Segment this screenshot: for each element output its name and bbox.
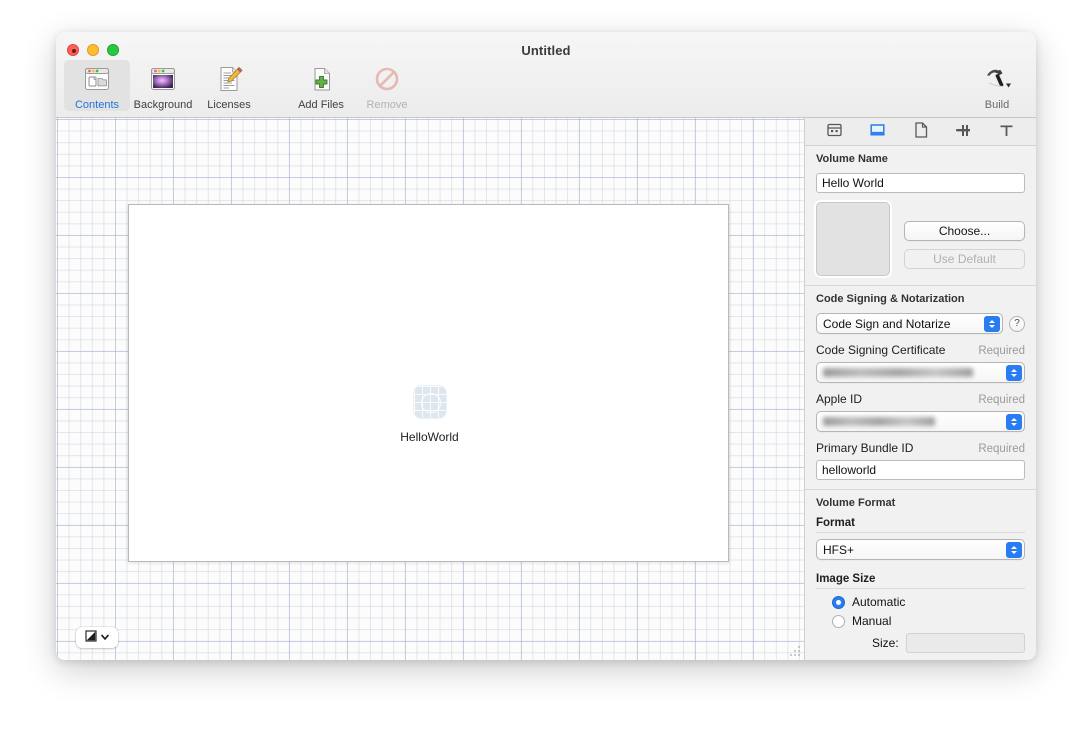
toolbar-item-licenses[interactable]: Licenses — [196, 60, 262, 111]
window-body: HelloWorld Volume Name Hello World Choos… — [56, 118, 1036, 660]
code-signing-help-button[interactable]: ? — [1009, 315, 1025, 332]
inspector-tab-text[interactable] — [993, 121, 1021, 143]
toolbar-item-contents[interactable]: Contents — [64, 60, 130, 111]
disk-volume-icon — [869, 122, 886, 142]
dmg-preview-window[interactable]: HelloWorld — [128, 204, 729, 562]
choose-icon-button[interactable]: Choose... — [904, 221, 1025, 241]
radio-manual-label: Manual — [852, 614, 892, 628]
volume-icon-item[interactable]: HelloWorld — [357, 385, 502, 444]
apple-id-label: Apple ID — [816, 392, 863, 406]
toolbar-item-label: Add Files — [298, 99, 344, 111]
certificate-value-redacted — [823, 368, 973, 377]
toolbar-item-label: Remove — [366, 99, 408, 111]
toolbar-item-add-files[interactable]: Add Files — [288, 60, 354, 111]
volume-name-section: Volume Name Choose... Use Default — [805, 146, 1036, 285]
radio-automatic-label: Automatic — [852, 595, 906, 609]
image-size-divider — [816, 588, 1025, 589]
contents-window-icon — [81, 63, 113, 95]
image-size-section: Image Size Automatic Manual Size: — [805, 569, 1036, 660]
add-files-document-plus-icon — [305, 63, 337, 95]
volume-name-section-title: Volume Name — [816, 153, 888, 165]
inspector-panel: Volume Name Choose... Use Default Code S… — [804, 118, 1036, 660]
app-placeholder-icon — [412, 385, 447, 419]
format-divider — [816, 532, 1025, 533]
toolbar-item-background[interactable]: Background — [130, 60, 196, 111]
window-grid-icon — [827, 123, 842, 140]
certificate-label: Code Signing Certificate — [816, 343, 946, 357]
format-value: HFS+ — [823, 542, 855, 557]
toolbar-item-build[interactable]: Build — [966, 60, 1028, 111]
image-size-option-manual[interactable]: Manual — [832, 614, 1025, 628]
view-style-button[interactable] — [76, 627, 118, 648]
radio-manual-icon — [832, 614, 845, 628]
volume-icon-well[interactable] — [816, 202, 890, 276]
size-input[interactable] — [905, 633, 1025, 653]
dmg-layout-canvas[interactable]: HelloWorld — [56, 118, 804, 660]
format-label: Format — [816, 517, 855, 529]
window-resize-grip[interactable] — [788, 644, 802, 658]
bundle-id-required-badge: Required — [978, 443, 1025, 455]
popup-stepper-icon — [1006, 365, 1022, 381]
apple-id-popup[interactable] — [816, 411, 1025, 432]
code-signing-section-title: Code Signing & Notarization — [816, 293, 965, 305]
app-window: Untitled Contents Background Licenses Ad… — [56, 32, 1036, 660]
view-style-icon — [84, 629, 97, 647]
volume-icon-label: HelloWorld — [400, 430, 459, 444]
inspector-tab-volume[interactable] — [864, 121, 892, 143]
bundle-id-label: Primary Bundle ID — [816, 441, 914, 455]
popup-stepper-icon — [1006, 414, 1022, 430]
radio-automatic-icon — [832, 595, 845, 609]
apple-id-value-redacted — [823, 417, 935, 426]
toolbar-item-label: Background — [133, 99, 193, 111]
window-title: Untitled — [521, 43, 571, 58]
format-popup[interactable]: HFS+ — [816, 539, 1025, 560]
use-default-icon-button[interactable]: Use Default — [904, 249, 1025, 269]
volume-format-section-title: Volume Format — [816, 497, 896, 509]
plug-icon — [955, 123, 973, 141]
text-t-icon — [999, 123, 1014, 141]
chevron-down-icon — [100, 629, 110, 647]
size-label: Size: — [872, 636, 899, 650]
toolbar-item-label: Licenses — [207, 99, 251, 111]
popup-stepper-icon — [984, 316, 1000, 332]
volume-name-input[interactable] — [816, 173, 1025, 193]
bundle-id-input[interactable] — [816, 460, 1025, 480]
inspector-tab-connections[interactable] — [950, 121, 978, 143]
code-signing-mode-popup[interactable]: Code Sign and Notarize — [816, 313, 1003, 334]
code-signing-section: Code Signing & Notarization Code Sign an… — [805, 285, 1036, 489]
certificate-popup[interactable] — [816, 362, 1025, 383]
certificate-required-badge: Required — [978, 345, 1025, 357]
document-icon — [914, 122, 928, 141]
title-bar: Untitled Contents Background Licenses Ad… — [56, 32, 1036, 118]
hammer-icon — [981, 63, 1013, 95]
image-size-option-automatic[interactable]: Automatic — [832, 595, 1025, 609]
image-size-section-title: Image Size — [816, 573, 876, 585]
toolbar-item-remove[interactable]: Remove — [354, 60, 420, 111]
popup-stepper-icon — [1006, 542, 1022, 558]
code-signing-mode-value: Code Sign and Notarize — [823, 316, 951, 331]
toolbar-item-label: Contents — [74, 99, 120, 111]
inspector-tab-window-settings[interactable] — [821, 121, 849, 143]
toolbar: Contents Background Licenses Add Files R… — [56, 60, 1036, 118]
apple-id-required-badge: Required — [978, 394, 1025, 406]
inspector-tab-document[interactable] — [907, 121, 935, 143]
inspector-tab-bar — [805, 118, 1036, 146]
licenses-document-pencil-icon — [213, 63, 245, 95]
remove-prohibition-icon — [371, 63, 403, 95]
volume-format-section: Volume Format Format HFS+ — [805, 489, 1036, 569]
toolbar-item-label: Build — [984, 99, 1010, 111]
background-window-icon — [147, 63, 179, 95]
